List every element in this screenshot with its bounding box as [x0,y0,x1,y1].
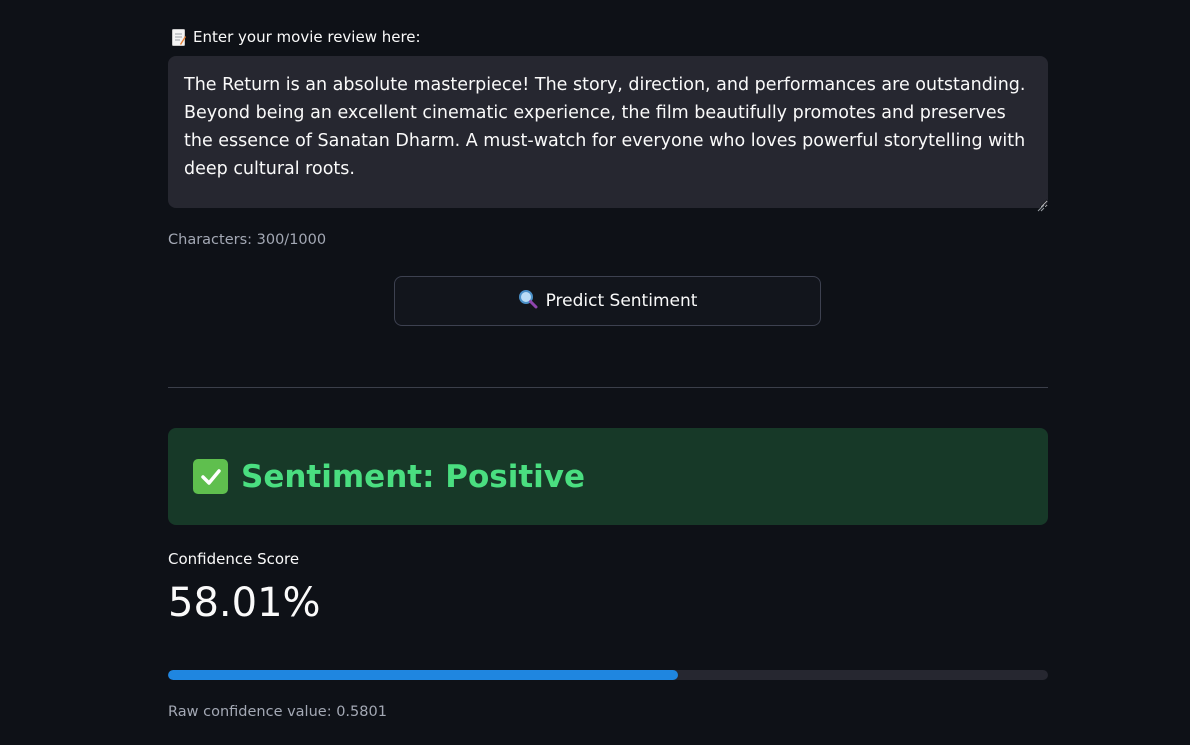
check-mark-icon [193,459,228,494]
main-content: Enter your movie review here: The Return… [168,0,1048,745]
predict-button-label: Predict Sentiment [545,291,698,311]
predict-sentiment-button[interactable]: Predict Sentiment [394,276,821,326]
review-input-label: Enter your movie review here: [172,26,421,48]
magnifier-icon [518,289,538,314]
memo-icon [172,28,186,46]
confidence-progress-bar [168,670,1048,680]
sentiment-result-box: Sentiment: Positive [168,428,1048,525]
confidence-score-value: 58.01% [168,580,321,626]
sentiment-result-text: Sentiment: Positive [241,458,586,495]
confidence-progress-fill [168,670,679,680]
review-textarea[interactable]: The Return is an absolute masterpiece! T… [168,56,1048,208]
raw-confidence-value: Raw confidence value: 0.5801 [168,704,387,720]
character-count: Characters: 300/1000 [168,232,327,248]
resize-grip-icon[interactable] [1037,197,1045,212]
confidence-score-label: Confidence Score [168,550,300,568]
review-input-label-text: Enter your movie review here: [193,28,421,46]
divider [168,387,1048,388]
